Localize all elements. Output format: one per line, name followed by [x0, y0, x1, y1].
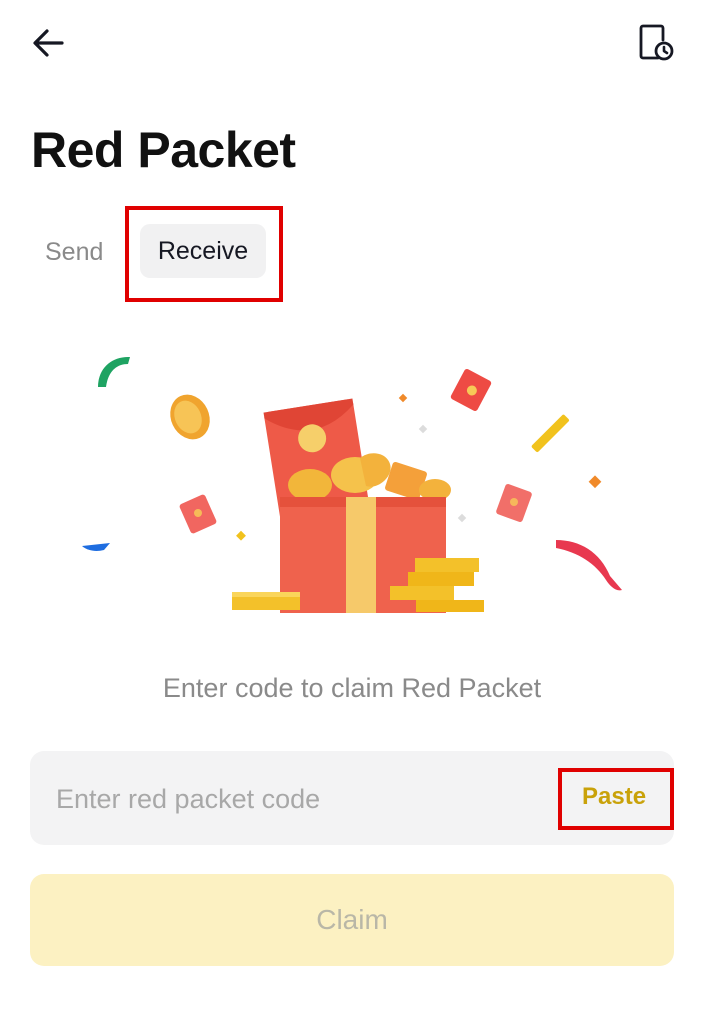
arrow-left-icon: [33, 29, 64, 57]
page-title: Red Packet: [31, 122, 296, 178]
claim-button[interactable]: Claim: [30, 874, 674, 966]
instruction-text: Enter code to claim Red Packet: [162, 673, 542, 703]
tab-bar: Send Receive: [0, 200, 704, 310]
gift-box-red-packet-illustration: [82, 356, 622, 613]
back-button[interactable]: [28, 22, 72, 66]
highlight-box-paste: [558, 768, 674, 830]
highlight-box-receive: [125, 206, 283, 302]
history-button[interactable]: [632, 20, 678, 66]
red-packet-code-input[interactable]: [54, 771, 538, 827]
history-clock-icon: [639, 24, 674, 61]
tab-send[interactable]: Send: [45, 234, 103, 270]
top-bar: [0, 0, 704, 90]
